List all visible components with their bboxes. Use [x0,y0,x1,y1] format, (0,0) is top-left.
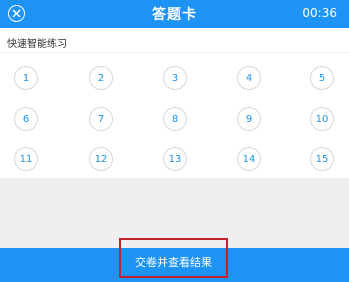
question-grid: 1 2 3 4 5 6 7 8 9 10 11 12 13 14 15 [0,53,349,178]
question-number-button[interactable]: 5 [310,66,334,90]
question-number-button[interactable]: 3 [163,66,187,90]
top-bar: 答题卡 00:36 [0,0,349,28]
question-number-button[interactable]: 14 [237,147,261,171]
question-number-button[interactable]: 4 [237,66,261,90]
question-number-button[interactable]: 2 [89,66,113,90]
question-number-button[interactable]: 1 [14,66,38,90]
submit-view-results-button[interactable]: 交卷并查看结果 [119,238,228,278]
question-number-button[interactable]: 12 [89,147,113,171]
countdown-timer: 00:36 [302,6,337,20]
question-number-button[interactable]: 10 [310,107,334,131]
question-number-button[interactable]: 13 [163,147,187,171]
question-number-button[interactable]: 15 [310,147,334,171]
question-number-button[interactable]: 11 [14,147,38,171]
close-icon[interactable] [8,5,25,22]
close-x-glyph [12,9,21,18]
section-label: 快速智能练习 [7,39,67,50]
submit-button-label: 交卷并查看结果 [135,256,212,269]
question-number-button[interactable]: 8 [163,107,187,131]
page-title: 答题卡 [152,7,197,23]
question-number-button[interactable]: 9 [237,107,261,131]
question-number-button[interactable]: 7 [89,107,113,131]
question-number-button[interactable]: 6 [14,107,38,131]
